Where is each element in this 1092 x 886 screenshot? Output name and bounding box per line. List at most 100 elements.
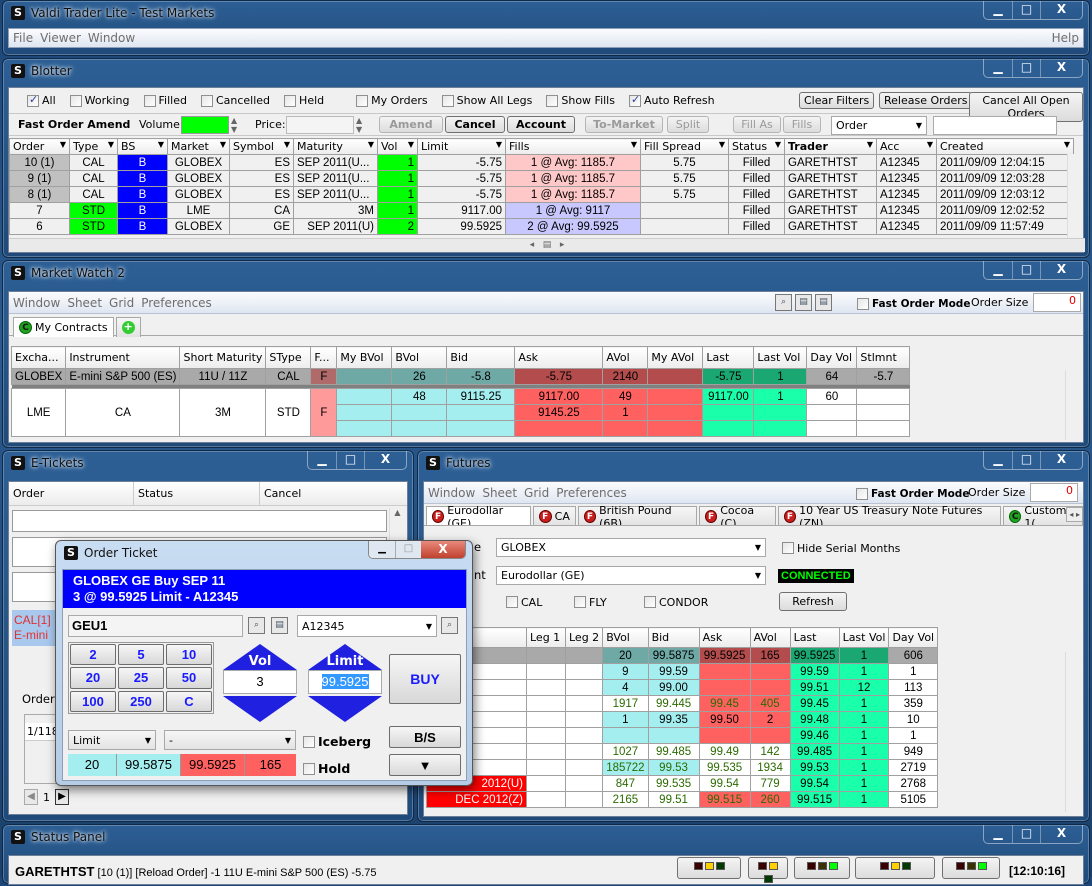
blotter-col-bs[interactable]: BS ▼: [117, 138, 168, 155]
instrument-select[interactable]: Eurodollar (GE) ▼: [496, 566, 766, 585]
my-avol-cell[interactable]: [647, 420, 704, 437]
fut-cell-bvol[interactable]: 847: [602, 775, 649, 792]
checkbox[interactable]: [441, 94, 454, 107]
fly-toggle[interactable]: FLY: [574, 595, 607, 609]
col-order[interactable]: Order: [9, 482, 134, 505]
fut-cell-avol[interactable]: 779: [749, 775, 791, 792]
status-indicator-1[interactable]: [677, 857, 741, 879]
fut-menu-sheet[interactable]: Sheet: [482, 486, 517, 500]
checkbox[interactable]: [506, 596, 518, 608]
account-select[interactable]: A12345 ▼: [297, 615, 437, 637]
fut-cell-ask[interactable]: 99.45: [698, 695, 751, 712]
ask-cell[interactable]: [514, 420, 604, 437]
ticket-bid[interactable]: 99.5875: [117, 754, 181, 776]
fut-cell-avol[interactable]: 405: [749, 695, 791, 712]
fut-order-size-input[interactable]: 0: [1030, 483, 1078, 502]
fut-col-4[interactable]: Bid: [647, 627, 700, 648]
limit-input[interactable]: 99.5925: [308, 670, 382, 694]
fut-cell-bvol[interactable]: 185722: [602, 759, 649, 776]
fut-col-1[interactable]: Leg 1: [526, 627, 566, 648]
bvol-cell[interactable]: 48: [391, 388, 448, 405]
fast-order-mode-toggle[interactable]: Fast Order Mode: [857, 296, 970, 310]
search-icon[interactable]: ⌕: [775, 294, 792, 311]
volume-spinner[interactable]: ▲ ▼: [231, 116, 243, 134]
status-indicator-3[interactable]: [794, 857, 850, 879]
avol-cell[interactable]: 1: [602, 404, 649, 421]
bid-cell[interactable]: 9115.25: [446, 388, 516, 405]
tab-british-pound[interactable]: F British Pound (6B): [577, 504, 698, 525]
ticket-avol[interactable]: 165: [245, 754, 296, 776]
qty-button-2[interactable]: 2: [70, 644, 116, 666]
blotter-col-fill-spread[interactable]: Fill Spread ▼: [640, 138, 729, 155]
futures-row[interactable]: 2012(M)18572299.5399.535193499.5312719: [426, 759, 939, 776]
blotter-col-trader[interactable]: Trader ▼: [784, 138, 877, 155]
qty-button-20[interactable]: 20: [70, 667, 116, 689]
fut-cell-bvol[interactable]: 20: [602, 647, 649, 664]
cancel-order-button[interactable]: Cancel: [445, 116, 505, 133]
mw-col-9[interactable]: AVol: [602, 346, 649, 369]
sort-arrow-icon[interactable]: ▼: [220, 140, 226, 149]
ask-cell[interactable]: 9145.25: [514, 404, 604, 421]
checkbox[interactable]: [356, 94, 369, 107]
fut-cell-ask[interactable]: 99.5925: [698, 647, 751, 664]
fut-col-3[interactable]: BVol: [602, 627, 649, 648]
blotter-col-market[interactable]: Market ▼: [167, 138, 230, 155]
mw-col-13[interactable]: Day Vol: [806, 346, 858, 369]
fut-col-6[interactable]: AVol: [749, 627, 791, 648]
checkbox[interactable]: [303, 762, 315, 775]
limit-down-arrow[interactable]: [308, 696, 382, 722]
status-indicator-2[interactable]: [748, 857, 788, 883]
maximize-button[interactable]: □: [1012, 59, 1040, 77]
mw-col-0[interactable]: Excha...: [10, 346, 67, 369]
menu-viewer[interactable]: Viewer: [40, 31, 81, 45]
filter-all[interactable]: All: [27, 93, 56, 107]
minimize-button[interactable]: ▁: [308, 451, 336, 469]
checkbox[interactable]: [574, 596, 586, 608]
avol-cell[interactable]: 2140: [602, 368, 649, 385]
fut-cell-bvol[interactable]: 9: [602, 663, 649, 680]
minimize-button[interactable]: ▁: [984, 451, 1012, 469]
amend-button[interactable]: Amend: [379, 116, 443, 133]
futures-row[interactable]: 2011(X)499.0099.5112113: [426, 679, 939, 696]
tab-ca[interactable]: F CA: [532, 506, 576, 525]
fut-cell-ask[interactable]: 99.515: [698, 791, 751, 808]
mw-row-ca[interactable]: LME CA 3M STD F 48 9115.25 9117.00 49 91…: [10, 388, 911, 437]
fut-cell-avol[interactable]: [749, 727, 791, 744]
fut-cell-avol[interactable]: 1934: [749, 759, 791, 776]
mw-col-12[interactable]: Last Vol: [753, 346, 808, 369]
fut-fast-order-mode-toggle[interactable]: Fast Order Mode: [856, 486, 969, 500]
account-button[interactable]: Account: [507, 116, 575, 133]
mw-row-es[interactable]: GLOBEX E-mini S&P 500 (ES) 11U / 11Z CAL…: [10, 368, 911, 385]
mw-col-1[interactable]: Instrument: [65, 346, 181, 369]
blotter-col-order[interactable]: Order ▼: [9, 138, 70, 155]
mw-col-8[interactable]: Ask: [514, 346, 604, 369]
futures-row[interactable]: 2011(Z)191799.44599.4540599.451359: [426, 695, 939, 712]
fut-col-9[interactable]: Day Vol: [888, 627, 939, 648]
sort-arrow-icon[interactable]: ▼: [631, 140, 637, 149]
order-search-input[interactable]: [933, 116, 1057, 135]
filter-my-orders[interactable]: My Orders: [356, 94, 428, 107]
sheet-settings-icon[interactable]: ▤: [815, 294, 832, 311]
blotter-col-vol[interactable]: Vol ▼: [377, 138, 418, 155]
vol-down-arrow[interactable]: [223, 696, 297, 722]
blotter-col-fills[interactable]: Fills ▼: [505, 138, 641, 155]
mw-vertical-scrollbar[interactable]: [1065, 370, 1081, 440]
qty-button-25[interactable]: 25: [118, 667, 164, 689]
price-input[interactable]: [286, 116, 354, 134]
maximize-button[interactable]: □: [1012, 261, 1040, 279]
fut-menu-preferences[interactable]: Preferences: [556, 486, 627, 500]
mw-menu-preferences[interactable]: Preferences: [141, 296, 212, 310]
mw-menu-sheet[interactable]: Sheet: [67, 296, 102, 310]
clear-filters-button[interactable]: Clear Filters: [799, 92, 875, 109]
qty-button-c[interactable]: C: [166, 690, 212, 712]
maximize-button[interactable]: □: [336, 451, 364, 469]
eticket-row[interactable]: [12, 510, 387, 532]
filter-cancelled[interactable]: Cancelled: [200, 94, 270, 107]
qty-button-50[interactable]: 50: [166, 667, 212, 689]
mw-col-11[interactable]: Last: [702, 346, 755, 369]
menu-file[interactable]: File: [13, 31, 33, 45]
add-tab-button[interactable]: +: [115, 317, 141, 337]
ask-cell[interactable]: 9117.00: [514, 388, 604, 405]
sort-arrow-icon[interactable]: ▼: [496, 140, 502, 149]
fill-as-button[interactable]: Fill As: [733, 116, 781, 133]
